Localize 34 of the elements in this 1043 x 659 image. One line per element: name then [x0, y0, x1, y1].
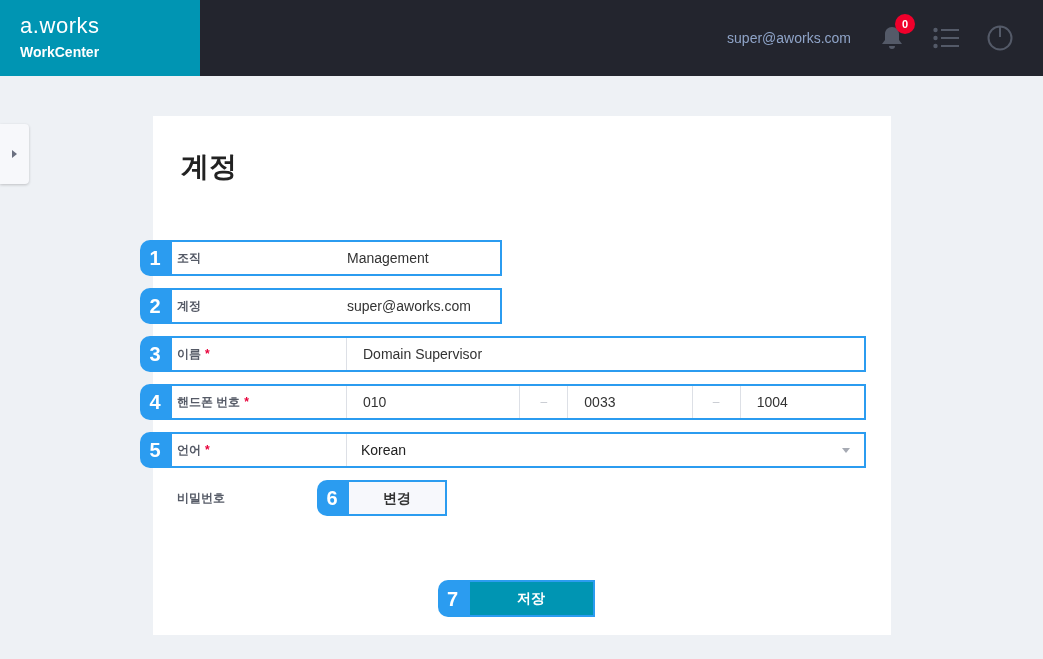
callout-number: 5 [140, 432, 170, 468]
password-label: 비밀번호 [177, 490, 226, 507]
callout-number: 2 [140, 288, 170, 324]
field-label: 언어 [177, 442, 201, 459]
caret-icon [12, 150, 17, 158]
logo-text: a.works [20, 13, 101, 38]
field-value: Management [347, 248, 429, 268]
notification-count: 0 [895, 14, 915, 34]
field-value: super@aworks.com [347, 296, 471, 316]
caret-icon [842, 447, 850, 453]
sidebar-toggle[interactable] [0, 124, 29, 184]
page-title: 계정 [181, 150, 238, 184]
field-label: 조직 [177, 250, 201, 267]
power-icon[interactable] [987, 25, 1013, 51]
product-name: WorkCenter [20, 42, 101, 62]
field-label: 계정 [177, 298, 201, 315]
required-mark: * [205, 346, 210, 363]
callout-number: 6 [317, 480, 347, 516]
dash-separator: – [691, 386, 741, 418]
language-select[interactable]: Korean [347, 434, 864, 466]
field-label: 핸드폰 번호 [177, 394, 241, 411]
callout-number: 4 [140, 384, 170, 420]
bell-icon[interactable] [881, 26, 903, 50]
save-button[interactable]: 저장 [467, 580, 595, 617]
required-mark: * [244, 394, 249, 411]
callout-number: 3 [140, 336, 170, 372]
callout-number: 7 [437, 580, 468, 617]
change-button[interactable]: 변경 [347, 480, 447, 516]
required-mark: * [205, 442, 210, 459]
logo-panel[interactable]: a.works WorkCenter [0, 0, 200, 76]
list-icon[interactable] [933, 27, 959, 49]
user-email[interactable]: super@aworks.com [727, 27, 851, 49]
callout-number: 1 [140, 240, 170, 276]
field-label: 이름 [177, 346, 201, 363]
